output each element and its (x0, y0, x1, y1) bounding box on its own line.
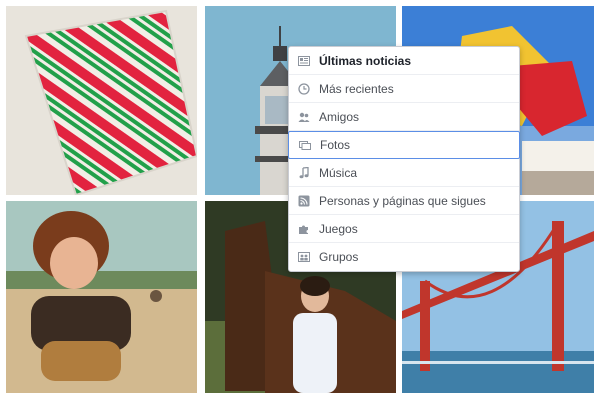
menu-item-label: Grupos (319, 250, 359, 264)
menu-item-label: Más recientes (319, 81, 394, 96)
menu-item-news-feed[interactable]: Últimas noticias (289, 47, 519, 75)
menu-item-friends[interactable]: Amigos (289, 103, 519, 131)
menu-item-label: Personas y páginas que sigues (319, 193, 486, 208)
menu-item-most-recent[interactable]: Más recientes (289, 75, 519, 103)
menu-item-games[interactable]: Juegos (289, 215, 519, 243)
music-note-icon (298, 166, 310, 179)
menu-item-label: Últimas noticias (319, 53, 412, 68)
menu-item-label: Juegos (319, 221, 358, 236)
menu-item-following[interactable]: Personas y páginas que sigues (289, 187, 519, 215)
news-feed-icon (298, 55, 310, 67)
clock-icon (298, 82, 310, 95)
friends-icon (298, 111, 310, 123)
rss-feed-icon (298, 195, 310, 207)
menu-item-label: Música (319, 165, 358, 180)
groups-icon (298, 251, 310, 263)
photo-child-on-beach[interactable] (6, 201, 197, 393)
menu-item-groups[interactable]: Grupos (289, 243, 519, 271)
photo-striped-art-print[interactable] (6, 6, 197, 195)
puzzle-piece-icon (298, 223, 310, 235)
feed-filter-menu: Últimas noticias Más recientes Amigos Fo… (288, 46, 520, 272)
menu-item-photos[interactable]: Fotos (288, 131, 520, 159)
menu-item-music[interactable]: Música (289, 159, 519, 187)
menu-item-label: Fotos (320, 138, 351, 152)
photos-icon (299, 139, 311, 151)
menu-item-label: Amigos (319, 109, 360, 124)
